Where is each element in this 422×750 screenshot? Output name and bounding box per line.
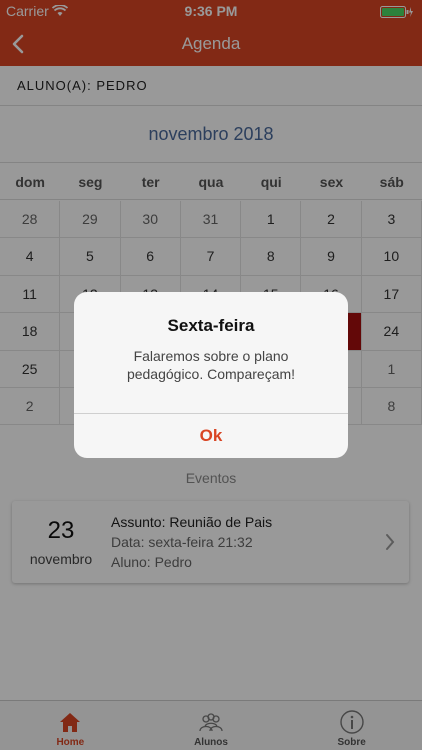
alert-message: Falaremos sobre o plano pedagógico. Comp…: [126, 348, 296, 382]
alert-dialog: Sexta-feira Falaremos sobre o plano peda…: [74, 292, 348, 458]
ok-button[interactable]: Ok: [74, 414, 348, 458]
alert-title: Sexta-feira: [167, 316, 255, 335]
